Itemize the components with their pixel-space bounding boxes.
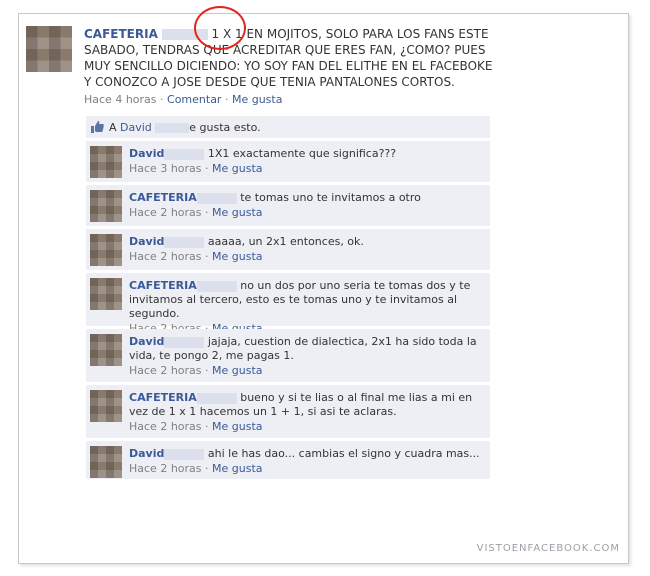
redacted-name-block [196, 280, 237, 292]
comment-meta: Hace 2 horas · Me gusta [129, 364, 263, 377]
post-body: CAFETERIA 1 X 1 EN MOJITOS, SOLO PARA LO… [84, 26, 494, 106]
comment-item: David jajaja, cuestion de dialectica, 2x… [86, 329, 490, 382]
comment-body: CAFETERIA bueno y si te lias o al final … [129, 391, 485, 434]
comment-meta: Hace 3 horas · Me gusta [129, 162, 263, 175]
comment-body: CAFETERIA te tomas uno te invitamos a ot… [129, 191, 485, 220]
redacted-name-block [196, 392, 237, 404]
comment-meta: Hace 2 horas · Me gusta [129, 250, 263, 263]
redacted-name-block [155, 123, 190, 133]
comment-author-name[interactable]: David [129, 147, 164, 160]
comment-text: 1X1 exactamente que significa??? [207, 147, 397, 160]
comment-like-link[interactable]: Me gusta [212, 206, 263, 219]
redacted-name-block [196, 192, 237, 204]
post-content: CAFETERIA 1 X 1 EN MOJITOS, SOLO PARA LO… [84, 26, 494, 90]
comment-item: CAFETERIA te tomas uno te invitamos a ot… [86, 185, 490, 226]
comment-author-avatar[interactable] [90, 146, 122, 178]
comment-author-name[interactable]: CAFETERIA [129, 191, 197, 204]
comment-author-name[interactable]: David [129, 235, 164, 248]
comment-meta: Hace 2 horas · Me gusta [129, 206, 263, 219]
comment-body: David 1X1 exactamente que significa??? H… [129, 147, 485, 176]
likes-user-link[interactable]: David [120, 121, 152, 134]
highlight-circle [194, 6, 246, 50]
comment-timestamp: Hace 2 horas [129, 250, 202, 263]
comment-author-avatar[interactable] [90, 446, 122, 478]
comment-author-avatar[interactable] [90, 334, 122, 366]
comment-timestamp: Hace 2 horas [129, 420, 202, 433]
comment-text: te tomas uno te invitamos a otro [240, 191, 421, 204]
comment-item: David aaaaa, un 2x1 entonces, ok. Hace 2… [86, 229, 490, 270]
comment-timestamp: Hace 2 horas [129, 364, 202, 377]
redacted-name-block [164, 448, 205, 460]
comment-like-link[interactable]: Me gusta [212, 250, 263, 263]
comment-like-link[interactable]: Me gusta [212, 462, 263, 475]
post-meta: Hace 4 horas · Comentar · Me gusta [84, 93, 283, 106]
post-author-name[interactable]: CAFETERIA [84, 27, 158, 41]
redacted-name-block [164, 236, 205, 248]
comment-author-name[interactable]: CAFETERIA [129, 279, 197, 292]
comment-body: CAFETERIA no un dos por uno seria te tom… [129, 279, 485, 336]
comment-meta: Hace 2 horas · Me gusta [129, 420, 263, 433]
comment-author-name[interactable]: CAFETERIA [129, 391, 197, 404]
comment-body: David aaaaa, un 2x1 entonces, ok. Hace 2… [129, 235, 485, 264]
comment-timestamp: Hace 2 horas [129, 462, 202, 475]
watermark: VISTOENFACEBOOK.COM [476, 543, 620, 554]
comment-item: CAFETERIA no un dos por uno seria te tom… [86, 273, 490, 335]
comment-meta: Hace 2 horas · Me gusta [129, 462, 263, 475]
comment-author-avatar[interactable] [90, 278, 122, 310]
comment-link[interactable]: Comentar [167, 93, 221, 106]
comment-timestamp: Hace 2 horas [129, 206, 202, 219]
comment-item: David ahi le has dao... cambias el signo… [86, 441, 490, 479]
comment-item: CAFETERIA bueno y si te lias o al final … [86, 385, 490, 438]
post-author-avatar[interactable] [26, 26, 72, 72]
comment-text: ahi le has dao... cambias el signo y cua… [207, 447, 480, 460]
comment-text: aaaaa, un 2x1 entonces, ok. [207, 235, 364, 248]
redacted-name-block [164, 336, 205, 348]
redacted-name-block [164, 148, 205, 160]
thumbs-up-icon [91, 121, 104, 133]
comment-body: David ahi le has dao... cambias el signo… [129, 447, 485, 476]
comment-author-avatar[interactable] [90, 390, 122, 422]
likes-bar: A David e gusta esto. [86, 116, 490, 139]
likes-prefix: A [109, 121, 121, 134]
comment-author-name[interactable]: David [129, 335, 164, 348]
comment-like-link[interactable]: Me gusta [212, 162, 263, 175]
post-timestamp: Hace 4 horas [84, 93, 157, 106]
comment-author-avatar[interactable] [90, 234, 122, 266]
comment-timestamp: Hace 3 horas [129, 162, 202, 175]
likes-suffix: e gusta esto. [189, 121, 261, 134]
likes-text: A David e gusta esto. [109, 121, 261, 134]
comment-like-link[interactable]: Me gusta [212, 364, 263, 377]
comment-author-avatar[interactable] [90, 190, 122, 222]
comment-like-link[interactable]: Me gusta [212, 420, 263, 433]
comment-author-name[interactable]: David [129, 447, 164, 460]
comment-item: David 1X1 exactamente que significa??? H… [86, 141, 490, 182]
comment-body: David jajaja, cuestion de dialectica, 2x… [129, 335, 485, 378]
like-link[interactable]: Me gusta [232, 93, 283, 106]
